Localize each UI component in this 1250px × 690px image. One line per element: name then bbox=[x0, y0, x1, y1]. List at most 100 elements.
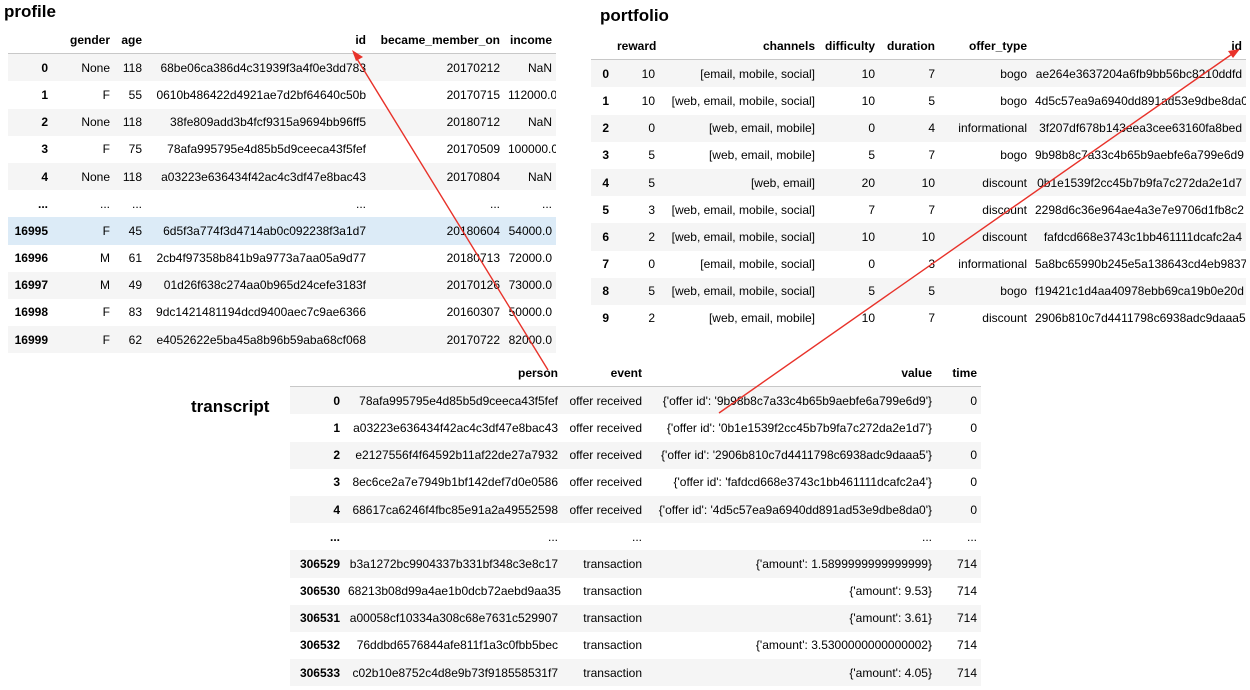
profile-cell: ... bbox=[489, 196, 500, 211]
portfolio-row: 0 10 [email, mobile, social] 10 7 bogo ae264e3… bbox=[591, 59, 1246, 88]
transcript-row: 4 68617ca6246f4fbc85e91a2a49552598 offer r… bbox=[290, 495, 981, 524]
portfolio-row: 9 2 [web, email, mobile] 10 7 discount 2906b81… bbox=[591, 304, 1246, 333]
portfolio-row: 7 0 [email, mobile, social] 0 3 informational… bbox=[591, 250, 1246, 278]
portfolio-row: 3 5 [web, email, mobile] 5 7 bogo 9b98b8c7a33c… bbox=[591, 141, 1246, 169]
transcript-col-header bbox=[290, 359, 344, 388]
transcript-row: 3 8ec6ce2a7e7949b1bf142def7d0e0586 offer r… bbox=[290, 468, 981, 496]
transcript-cell: 714 bbox=[956, 584, 977, 599]
portfolio-cell: [web, email, mobile, social] bbox=[671, 284, 815, 299]
profile-cell: 2cb4f97358b841b9a9773a7aa05a9d77 bbox=[156, 251, 366, 266]
transcript-cell: {'offer id': '9b98b8c7a33c4b65b9aebfe6a7… bbox=[662, 393, 932, 408]
profile-cell: NaN bbox=[527, 60, 552, 75]
profile-row-index: ... bbox=[37, 196, 48, 211]
profile-cell: 20180713 bbox=[446, 251, 500, 266]
portfolio-cell: 10 bbox=[861, 311, 875, 326]
profile-header-row: gender age id became_member_on income bbox=[8, 26, 556, 55]
transcript-cell: 0 bbox=[970, 448, 977, 463]
portfolio-cell: [email, mobile, social] bbox=[700, 66, 815, 81]
portfolio-cell: 10 bbox=[641, 93, 655, 108]
portfolio-cell: 3 bbox=[648, 202, 655, 217]
transcript-row-index: ... bbox=[329, 529, 340, 544]
profile-cell: M bbox=[100, 251, 110, 266]
transcript-row-index: 4 bbox=[333, 502, 340, 517]
portfolio-cell: discount bbox=[982, 175, 1027, 190]
profile-row: 1 F 55 0610b486422d4921ae7d2bf64640c50b 2017… bbox=[8, 81, 556, 109]
portfolio-cell: [web, email] bbox=[750, 175, 815, 190]
transcript-cell: offer received bbox=[569, 475, 643, 490]
portfolio-cell: [web, email, mobile] bbox=[708, 148, 815, 163]
transcript-row-index: 2 bbox=[333, 448, 340, 463]
transcript-cell: 714 bbox=[956, 638, 977, 653]
profile-cell: 20170126 bbox=[446, 278, 500, 293]
transcript-row-index: 1 bbox=[333, 420, 340, 435]
transcript-cell: 0 bbox=[970, 393, 977, 408]
portfolio-cell: 20 bbox=[861, 175, 875, 190]
portfolio-cell: 7 bbox=[928, 148, 935, 163]
portfolio-cell: 5a8bc65990b245e5a138643cd4eb9837 bbox=[1035, 257, 1246, 272]
portfolio-row-index: 3 bbox=[602, 148, 609, 163]
transcript-cell: 8ec6ce2a7e7949b1bf142def7d0e0586 bbox=[352, 475, 558, 490]
profile-row: 2 None 118 38fe809add3b4fcf9315a9694bb96ff5… bbox=[8, 108, 556, 136]
profile-cell: 20170722 bbox=[446, 332, 500, 347]
transcript-cell: transaction bbox=[583, 665, 642, 680]
transcript-row-index: 0 bbox=[333, 393, 340, 408]
portfolio-cell: 5 bbox=[648, 175, 655, 190]
portfolio-row-index: 8 bbox=[602, 284, 609, 299]
portfolio-row-index: 5 bbox=[602, 202, 609, 217]
portfolio-cell: 10 bbox=[861, 93, 875, 108]
portfolio-row-index: 6 bbox=[602, 229, 609, 244]
transcript-cell: transaction bbox=[583, 556, 642, 571]
portfolio-header-row: reward channels difficulty duration offer_ty… bbox=[591, 32, 1246, 61]
profile-cell: NaN bbox=[527, 169, 552, 184]
portfolio-table: reward channels difficulty duration offer_ty… bbox=[591, 32, 1246, 333]
profile-row-index: 16997 bbox=[14, 278, 48, 293]
transcript-cell: offer received bbox=[569, 502, 643, 517]
transcript-cell: a03223e636434f42ac4c3df47e8bac43 bbox=[353, 420, 558, 435]
profile-cell: M bbox=[100, 278, 110, 293]
transcript-cell: offer received bbox=[569, 448, 643, 463]
profile-cell: F bbox=[102, 305, 110, 320]
profile-row: 16995 F 45 6d5f3a774f3d4714ab0c092238f3a1d7… bbox=[8, 217, 556, 245]
portfolio-cell: [web, email, mobile] bbox=[708, 311, 815, 326]
portfolio-cell: [web, email, mobile, social] bbox=[671, 202, 815, 217]
transcript-cell: 714 bbox=[956, 665, 977, 680]
transcript-header-row: person event value time bbox=[290, 359, 981, 388]
portfolio-cell: 7 bbox=[928, 66, 935, 81]
profile-row-index: 0 bbox=[41, 60, 48, 75]
transcript-table: person event value time 0 78afa995795e4d85b5… bbox=[290, 359, 981, 687]
transcript-cell: 78afa995795e4d85b5d9ceeca43f5fef bbox=[359, 393, 558, 408]
profile-cell: 118 bbox=[122, 115, 142, 130]
transcript-row: 306531 a00058cf10334a308c68e7631c529907 tr… bbox=[290, 604, 981, 632]
transcript-cell: b3a1272bc9904337b331bf348c3e8c17 bbox=[349, 556, 558, 571]
transcript-row: 306532 76ddbd6576844afe811f1a3c0fbb5bec tr… bbox=[290, 631, 981, 660]
portfolio-cell: [email, mobile, social] bbox=[700, 257, 815, 272]
profile-cell: ... bbox=[99, 196, 110, 211]
profile-row-index: 3 bbox=[41, 142, 48, 157]
profile-cell: 54000.0 bbox=[508, 223, 552, 238]
transcript-cell: ... bbox=[966, 529, 977, 544]
transcript-row-index: 306530 bbox=[299, 584, 340, 599]
profile-col-header: became_member_on bbox=[370, 26, 504, 55]
profile-cell: 78afa995795e4d85b5d9ceeca43f5fef bbox=[167, 142, 366, 157]
profile-row: 16996 M 61 2cb4f97358b841b9a9773a7aa05a9d77… bbox=[8, 244, 556, 272]
profile-cell: 118 bbox=[122, 169, 142, 184]
portfolio-cell: 0 bbox=[648, 121, 655, 136]
portfolio-cell: 10 bbox=[921, 175, 935, 190]
transcript-cell: offer received bbox=[569, 420, 643, 435]
transcript-col-header: time bbox=[936, 359, 981, 388]
portfolio-row-index: 0 bbox=[602, 66, 609, 81]
transcript-cell: {'amount': 3.5300000000000002} bbox=[755, 638, 932, 653]
transcript-col-header: person bbox=[344, 359, 562, 388]
portfolio-cell: f19421c1d4aa40978ebb69ca19b0e20d bbox=[1035, 284, 1244, 299]
portfolio-cell: discount bbox=[982, 229, 1027, 244]
profile-col-header: age bbox=[114, 26, 146, 55]
portfolio-col-header: id bbox=[1031, 32, 1246, 61]
profile-cell: 49 bbox=[128, 278, 142, 293]
portfolio-col-header bbox=[591, 32, 613, 61]
profile-row-index: 1 bbox=[41, 87, 48, 102]
portfolio-cell: 0b1e1539f2cc45b7b9fa7c272da2e1d7 bbox=[1037, 175, 1242, 190]
transcript-cell: a00058cf10334a308c68e7631c529907 bbox=[349, 611, 558, 626]
profile-cell: a03223e636434f42ac4c3df47e8bac43 bbox=[161, 169, 366, 184]
profile-cell: None bbox=[81, 169, 110, 184]
profile-row: 16999 F 62 e4052622e5ba45a8b96b59aba68cf068… bbox=[8, 326, 556, 354]
